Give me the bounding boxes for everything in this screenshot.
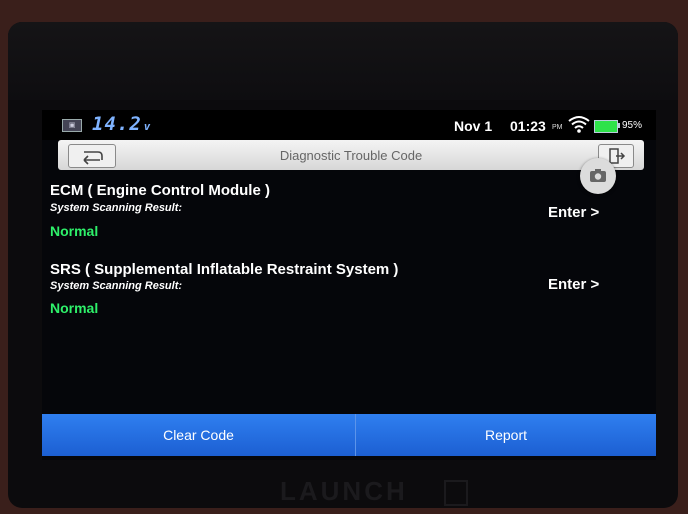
system-subtitle: System Scanning Result: — [50, 202, 183, 214]
voltage-readout: 14.2 v — [92, 113, 151, 135]
screenshot-button[interactable] — [580, 158, 616, 194]
system-status: Normal — [50, 300, 99, 316]
camera-icon — [590, 169, 606, 182]
battery-tip — [618, 123, 620, 128]
battery-voltage-icon: ▣ — [62, 119, 82, 132]
status-date: Nov 1 — [454, 118, 493, 134]
status-bar: ▣ 14.2 v Nov 1 01:23 PM 95% — [42, 110, 656, 140]
system-subtitle: System Scanning Result: — [50, 280, 183, 292]
system-name: ECM ( Engine Control Module ) — [50, 182, 270, 199]
system-status: Normal — [50, 223, 99, 239]
voltage-value: 14.2 — [92, 113, 142, 135]
device-bezel-top — [8, 22, 678, 100]
brand-logo: LAUNCH — [280, 476, 408, 506]
status-time: 01:23 — [510, 118, 546, 134]
footer-bar: Clear Code Report — [42, 414, 656, 456]
system-name: SRS ( Supplemental Inflatable Restraint … — [50, 261, 399, 278]
report-button[interactable]: Report — [356, 414, 656, 456]
clear-code-button[interactable]: Clear Code — [42, 414, 355, 456]
status-ampm: PM — [552, 124, 563, 131]
battery-percent: 95% — [622, 120, 643, 131]
voltage-unit: v — [143, 120, 152, 133]
brand-mark — [444, 480, 468, 506]
battery-icon — [594, 120, 618, 133]
device-screen: ▣ 14.2 v Nov 1 01:23 PM 95% Diagnostic Tr… — [42, 110, 656, 460]
enter-button[interactable]: Enter > — [548, 276, 599, 293]
page-title: Diagnostic Trouble Code — [279, 148, 423, 163]
wifi-icon — [568, 116, 590, 133]
enter-button[interactable]: Enter > — [548, 204, 599, 221]
title-bar: Diagnostic Trouble Code — [58, 140, 644, 170]
